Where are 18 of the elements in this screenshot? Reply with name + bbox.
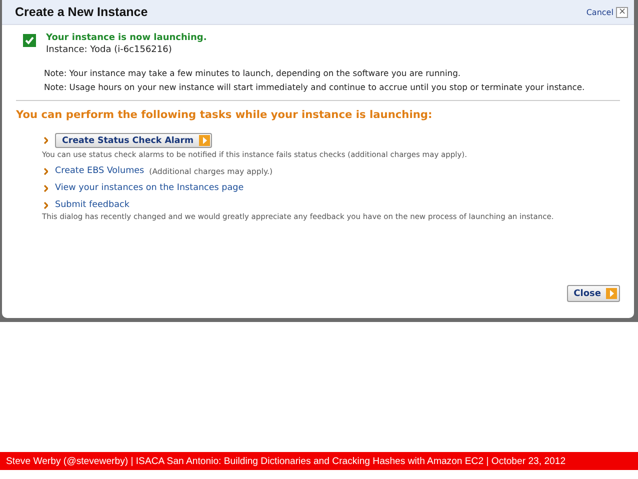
dialog-title: Create a New Instance (15, 5, 148, 19)
chevron-icon (44, 168, 48, 174)
close-button[interactable]: Close (566, 285, 620, 302)
task-link[interactable]: Submit feedback (55, 200, 130, 210)
note-text: Note: Your instance may take a few minutes to launch, depending on the software you are running. (44, 68, 462, 79)
create-alarm-button[interactable]: Create Status Check Alarm (55, 133, 212, 148)
footer-text: Steve Werby (@stevewerby) | ISACA San Antonio: Building Dictionaries and Cracking Hashes with Amazon EC2 | October 23, 2012 (6, 456, 566, 466)
note-text: Note: Usage hours on your new instance will start immediately and continue to accrue until you stop or terminate your instance. (44, 82, 586, 93)
chevron-icon (44, 137, 48, 144)
chevron-icon (44, 202, 48, 208)
success-heading: Your instance is now launching. (46, 33, 207, 43)
tasks-heading: You can perform the following tasks while your instance is launching: (16, 109, 434, 121)
task-link[interactable]: View your instances on the Instances page (55, 183, 244, 193)
chevron-icon (44, 184, 48, 192)
instance-label: Instance: Yoda (i-6c156216) (46, 45, 173, 55)
cancel-link[interactable]: Cancel (586, 8, 614, 16)
task-link[interactable]: Create EBS Volumes (55, 166, 144, 176)
close-button[interactable]: × (616, 6, 628, 18)
